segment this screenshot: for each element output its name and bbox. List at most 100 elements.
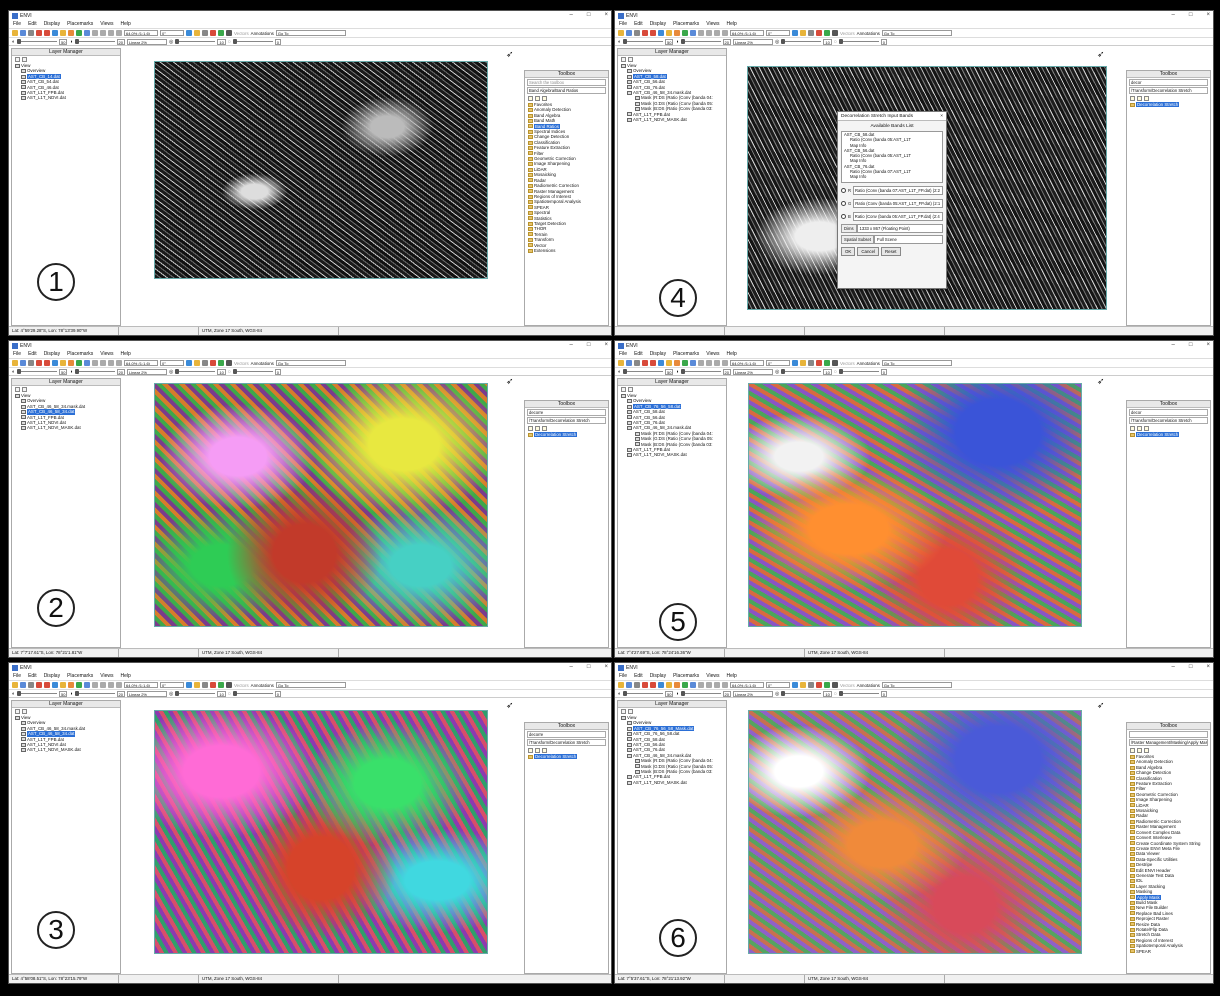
menu-item[interactable]: Help — [120, 351, 130, 357]
adjust-slider[interactable] — [623, 691, 664, 696]
toolbar-tool-icon[interactable] — [674, 30, 680, 36]
toolbar-tool-icon[interactable] — [92, 30, 98, 36]
toolbar-tool-icon[interactable] — [226, 30, 232, 36]
adjust-slider[interactable] — [175, 691, 216, 696]
spatial-subset-button[interactable]: Spatial Subset — [841, 235, 875, 244]
toolbar-tool-icon[interactable] — [100, 682, 106, 688]
menu-item[interactable]: Display — [650, 673, 666, 679]
goto-field[interactable]: Go To — [881, 30, 952, 36]
toolbar-tool-icon[interactable] — [658, 30, 664, 36]
toolbar-tool-icon[interactable] — [666, 360, 672, 366]
stretch-select[interactable]: Linear 2% — [732, 368, 773, 375]
adjust-slider[interactable] — [781, 691, 822, 696]
toolbar-tool-icon[interactable] — [116, 682, 122, 688]
toolbar-tool-icon[interactable] — [618, 360, 624, 366]
toolbar-tool-icon[interactable] — [92, 682, 98, 688]
stretch-select[interactable]: Linear 2% — [126, 690, 167, 697]
menu-item[interactable]: Placemarks — [67, 21, 93, 27]
toolbox-item[interactable]: Decorrelation Stretch — [1130, 102, 1210, 108]
toolbar-tool-icon[interactable] — [698, 30, 704, 36]
annotations-menu[interactable]: Annotations — [857, 683, 880, 688]
collapse-icon[interactable] — [1130, 96, 1135, 101]
maximize-button[interactable]: □ — [587, 664, 591, 670]
collapse-icon[interactable] — [1130, 748, 1135, 753]
adjust-slider[interactable] — [623, 39, 664, 44]
rotation-select[interactable]: 0° — [160, 360, 184, 366]
menu-item[interactable]: Placemarks — [673, 351, 699, 357]
adjust-slider[interactable] — [781, 39, 822, 44]
toolbox-search-input[interactable]: decorre — [527, 409, 606, 416]
favorite-icon[interactable] — [1144, 96, 1149, 101]
toolbar-tool-icon[interactable] — [650, 30, 656, 36]
zoom-select[interactable]: 64.0% (1:1.6) — [730, 682, 764, 688]
toolbar-tool-icon[interactable] — [626, 682, 632, 688]
annotations-menu[interactable]: Annotations — [251, 683, 274, 688]
expand-icon[interactable] — [535, 426, 540, 431]
annotations-menu[interactable]: Annotations — [251, 361, 274, 366]
toolbox-search-input[interactable]: Search the toolbox — [527, 79, 606, 86]
toolbar-tool-icon[interactable] — [76, 30, 82, 36]
menu-item[interactable]: Edit — [634, 351, 643, 357]
toolbar-tool-icon[interactable] — [634, 360, 640, 366]
transparency-value[interactable]: 0 — [274, 690, 282, 697]
expand-all-icon[interactable] — [628, 57, 633, 62]
menu-item[interactable]: Help — [726, 351, 736, 357]
contrast-value[interactable]: 20 — [722, 38, 731, 45]
favorite-icon[interactable] — [542, 748, 547, 753]
rotation-select[interactable]: 0° — [766, 360, 790, 366]
toolbar-tool-icon[interactable] — [36, 682, 42, 688]
maximize-button[interactable]: □ — [1189, 342, 1193, 348]
transparency-value[interactable]: 0 — [274, 38, 282, 45]
menu-item[interactable]: Placemarks — [673, 21, 699, 27]
toolbox-item[interactable]: Extensions — [528, 248, 608, 253]
toolbar-tool-icon[interactable] — [666, 682, 672, 688]
toolbar-tool-icon[interactable] — [634, 30, 640, 36]
menu-item[interactable]: File — [13, 21, 21, 27]
toolbar-tool-icon[interactable] — [714, 682, 720, 688]
toolbox-item[interactable]: Decorrelation Stretch — [528, 432, 608, 438]
sharpen-value[interactable]: 10 — [823, 368, 832, 375]
zoom-select[interactable]: 64.0% (1:1.6) — [124, 30, 158, 36]
toolbar-tool-icon[interactable] — [108, 360, 114, 366]
toolbar-tool-icon[interactable] — [714, 360, 720, 366]
rotation-select[interactable]: 0° — [160, 682, 184, 688]
menu-item[interactable]: File — [13, 673, 21, 679]
toolbar-tool-icon[interactable] — [226, 360, 232, 366]
toolbar-tool-icon[interactable] — [658, 360, 664, 366]
toolbar-tool-icon[interactable] — [92, 360, 98, 366]
transparency-value[interactable]: 0 — [880, 368, 888, 375]
toolbar-tool-icon[interactable] — [210, 360, 216, 366]
toolbar-tool-icon[interactable] — [28, 360, 34, 366]
sharpen-value[interactable]: 10 — [217, 38, 226, 45]
toolbar-tool-icon[interactable] — [832, 30, 838, 36]
toolbar-tool-icon[interactable] — [800, 360, 806, 366]
vectors-menu[interactable]: Vectors — [234, 683, 249, 688]
contrast-value[interactable]: 20 — [116, 368, 125, 375]
rotation-select[interactable]: 0° — [766, 682, 790, 688]
toolbar-tool-icon[interactable] — [722, 682, 728, 688]
zoom-select[interactable]: 64.0% (1:1.6) — [124, 682, 158, 688]
close-button[interactable]: × — [1206, 12, 1210, 18]
toolbar-tool-icon[interactable] — [690, 360, 696, 366]
maximize-button[interactable]: □ — [1189, 12, 1193, 18]
toolbar-tool-icon[interactable] — [792, 30, 798, 36]
adjust-slider[interactable] — [623, 369, 664, 374]
adjust-slider[interactable] — [74, 39, 115, 44]
layer-item[interactable]: AST_L1T_NDVI_MASK.dat — [15, 425, 120, 430]
toolbar-tool-icon[interactable] — [186, 682, 192, 688]
favorite-icon[interactable] — [542, 96, 547, 101]
annotations-menu[interactable]: Annotations — [857, 361, 880, 366]
expand-all-icon[interactable] — [22, 57, 27, 62]
toolbar-tool-icon[interactable] — [218, 30, 224, 36]
sharpen-value[interactable]: 10 — [217, 690, 226, 697]
adjust-slider[interactable] — [838, 39, 879, 44]
toolbar-tool-icon[interactable] — [52, 360, 58, 366]
toolbar-tool-icon[interactable] — [824, 360, 830, 366]
contrast-value[interactable]: 20 — [116, 690, 125, 697]
toolbar-tool-icon[interactable] — [666, 30, 672, 36]
collapse-all-icon[interactable] — [621, 709, 626, 714]
toolbar-tool-icon[interactable] — [690, 682, 696, 688]
menu-item[interactable]: Edit — [28, 673, 37, 679]
adjust-slider[interactable] — [74, 691, 115, 696]
adjust-slider[interactable] — [17, 691, 58, 696]
